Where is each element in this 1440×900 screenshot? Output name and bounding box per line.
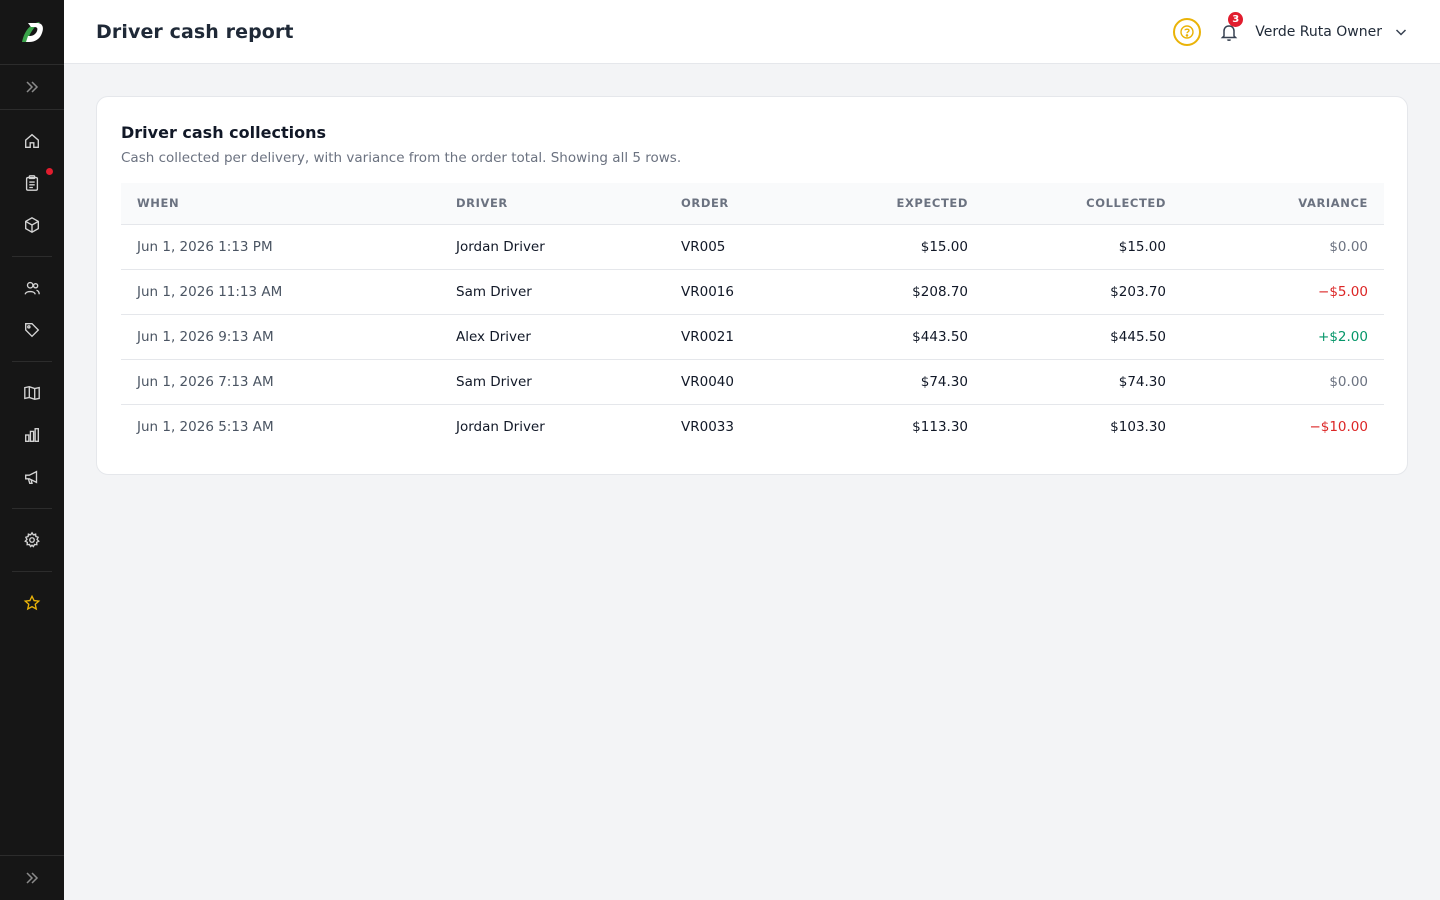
- cell-collected: $445.50: [984, 314, 1182, 360]
- logo-icon: [22, 22, 43, 42]
- cell-order[interactable]: VR0016: [665, 269, 835, 315]
- home-icon: [25, 133, 39, 148]
- cell-driver: Alex Driver: [440, 314, 665, 360]
- card-title: Driver cash collections: [121, 123, 326, 142]
- book-icon: [24, 386, 40, 400]
- chevron-down-icon: [1395, 28, 1407, 36]
- cell-when: Jun 1, 2026 7:13 AM: [121, 359, 440, 405]
- notifications-button[interactable]: 3: [1217, 11, 1244, 44]
- notification-dot: [46, 168, 53, 175]
- question-circle-icon: [1180, 24, 1194, 39]
- column-header-order[interactable]: ORDER: [665, 183, 835, 225]
- sidebar-item-catalog[interactable]: [0, 372, 64, 414]
- clipboard-icon: [25, 175, 39, 191]
- column-header-when[interactable]: WHEN: [121, 183, 440, 225]
- cell-variance: $0.00: [1182, 224, 1384, 270]
- table-header-row: WHEN DRIVER ORDER EXPECTED COLLECTED VAR…: [121, 183, 1384, 225]
- cell-collected: $103.30: [1110, 418, 1166, 435]
- megaphone-icon: [25, 470, 38, 484]
- sidebar-collapse-toggle[interactable]: [0, 855, 64, 900]
- cell-driver: Sam Driver: [440, 359, 665, 405]
- sidebar-item-home[interactable]: [0, 120, 64, 162]
- cell-when: Jun 1, 2026 11:13 AM: [121, 269, 440, 315]
- sidebar-item-marketing[interactable]: [0, 456, 64, 498]
- cell-expected: $208.70: [835, 269, 984, 315]
- cell-driver: Jordan Driver: [456, 418, 545, 435]
- sidebar: [0, 0, 64, 900]
- cash-collections-card: Driver cash collections Cash collected p…: [96, 96, 1408, 475]
- column-header-collected[interactable]: COLLECTED: [984, 183, 1182, 225]
- table-row[interactable]: Jun 1, 2026 5:13 AM Jordan Driver VR0033…: [121, 404, 1384, 449]
- sidebar-item-customers[interactable]: [0, 267, 64, 309]
- table-row[interactable]: Jun 1, 2026 11:13 AM Sam Driver VR0016 $…: [121, 269, 1384, 315]
- sidebar-item-settings[interactable]: [0, 519, 64, 561]
- cell-order[interactable]: VR0040: [665, 359, 835, 405]
- box-icon: [25, 217, 39, 233]
- sidebar-item-orders[interactable]: [0, 162, 64, 204]
- cell-order[interactable]: VR0021: [665, 314, 835, 360]
- cell-expected: $443.50: [835, 314, 984, 360]
- cell-order[interactable]: VR005: [665, 224, 835, 270]
- cell-variance: −$10.00: [1309, 418, 1368, 435]
- cell-when: Jun 1, 2026 9:13 AM: [121, 314, 440, 360]
- cell-variance: −$5.00: [1182, 269, 1384, 315]
- column-header-expected[interactable]: EXPECTED: [835, 183, 984, 225]
- cell-expected: $15.00: [835, 224, 984, 270]
- sidebar-item-products[interactable]: [0, 204, 64, 246]
- table-row[interactable]: Jun 1, 2026 7:13 AM Sam Driver VR0040 $7…: [121, 359, 1384, 405]
- page-title: Driver cash report: [96, 20, 294, 43]
- cell-variance: $0.00: [1182, 359, 1384, 405]
- cell-collected: $203.70: [984, 269, 1182, 315]
- cell-expected: $74.30: [835, 359, 984, 405]
- user-name: Verde Ruta Owner: [1255, 23, 1382, 40]
- sidebar-item-reports[interactable]: [0, 414, 64, 456]
- double-chevron-right-icon: [26, 81, 39, 93]
- star-icon: [23, 594, 41, 611]
- cell-expected: $113.30: [912, 418, 968, 435]
- users-icon: [24, 281, 40, 295]
- sidebar-item-tags[interactable]: [0, 309, 64, 351]
- cell-when: Jun 1, 2026 5:13 AM: [137, 418, 274, 435]
- notification-count-badge: 3: [1228, 11, 1244, 27]
- table-row[interactable]: Jun 1, 2026 1:13 PM Jordan Driver VR005 …: [121, 224, 1384, 270]
- gear-icon: [24, 531, 40, 548]
- user-menu[interactable]: Verde Ruta Owner: [1255, 24, 1408, 40]
- cell-when: Jun 1, 2026 1:13 PM: [121, 224, 440, 270]
- double-chevron-right-icon: [26, 872, 39, 884]
- tag-icon: [25, 323, 40, 338]
- card-subtitle: Cash collected per delivery, with varian…: [121, 150, 682, 166]
- table-row[interactable]: Jun 1, 2026 9:13 AM Alex Driver VR0021 $…: [121, 314, 1384, 360]
- cell-driver: Sam Driver: [440, 269, 665, 315]
- cell-driver: Jordan Driver: [440, 224, 665, 270]
- bar-chart-icon: [25, 428, 39, 442]
- cell-variance: +$2.00: [1182, 314, 1384, 360]
- sidebar-expand-button[interactable]: [0, 65, 64, 109]
- sidebar-item-favorites[interactable]: [0, 582, 64, 624]
- topbar: Driver cash report 3 Verde Ruta Owner: [64, 0, 1440, 64]
- help-button[interactable]: [1173, 17, 1202, 46]
- column-header-variance[interactable]: VARIANCE: [1182, 183, 1384, 225]
- column-header-driver[interactable]: DRIVER: [440, 183, 665, 225]
- cash-collections-table: WHEN DRIVER ORDER EXPECTED COLLECTED VAR…: [121, 183, 1384, 449]
- app-logo[interactable]: [0, 0, 64, 64]
- cell-order[interactable]: VR0033: [665, 404, 835, 449]
- cell-collected: $74.30: [984, 359, 1182, 405]
- cell-collected: $15.00: [984, 224, 1182, 270]
